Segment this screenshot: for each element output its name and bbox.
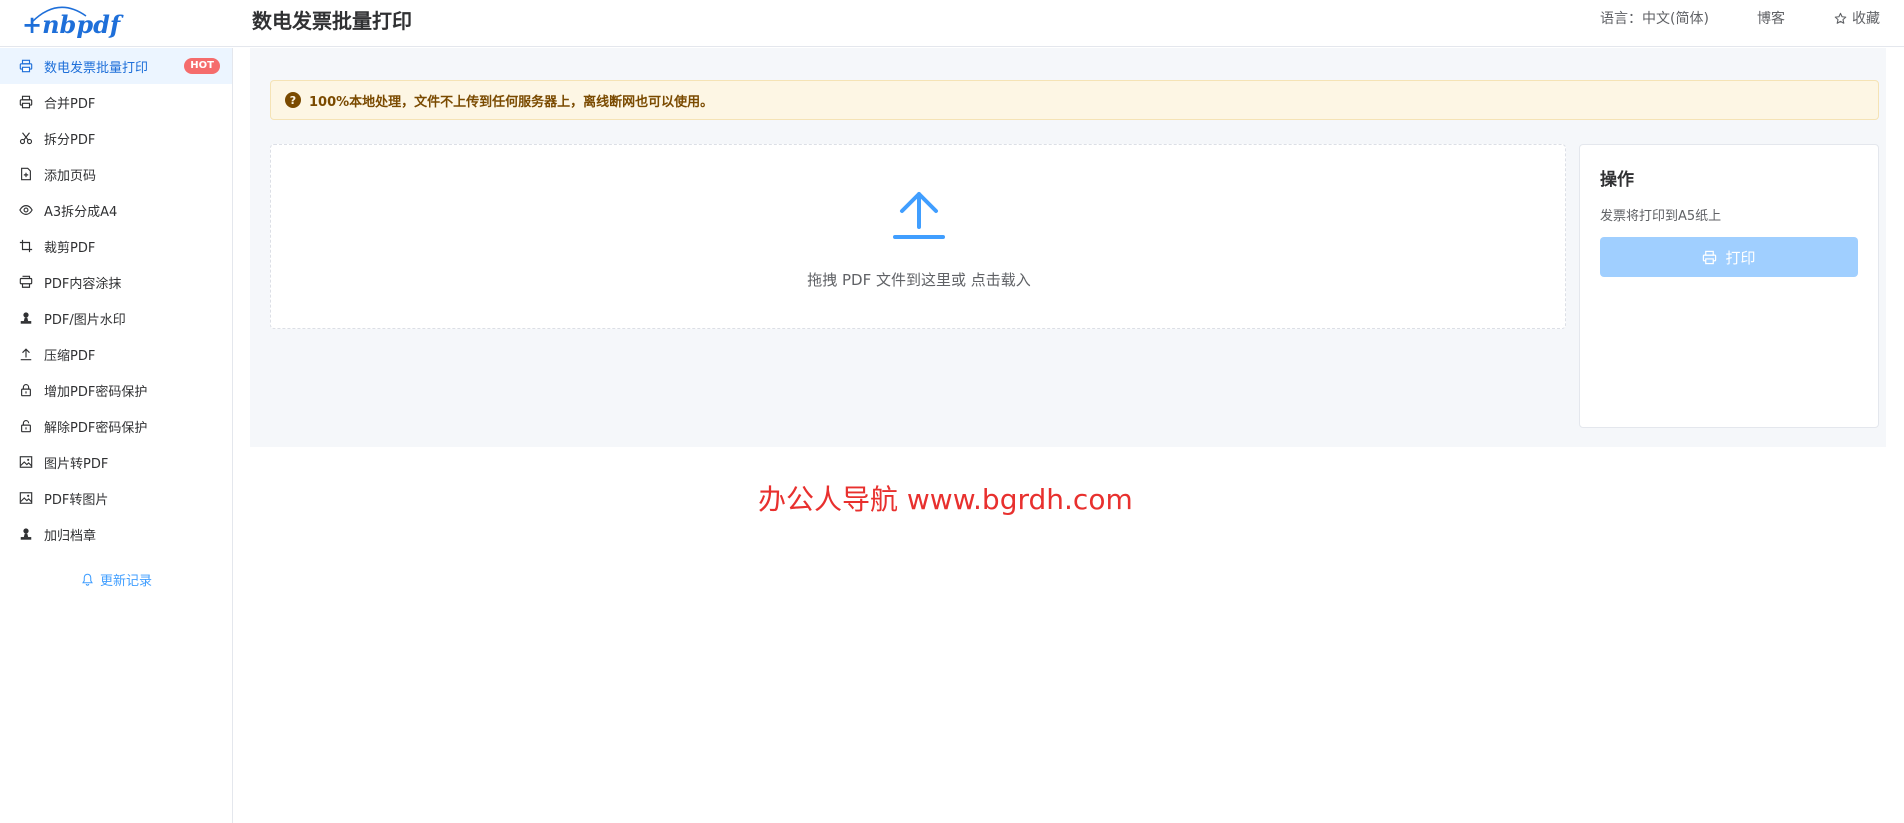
image-icon xyxy=(18,490,34,506)
sidebar-item-pdf-redact[interactable]: PDF内容涂抹 xyxy=(0,264,232,300)
bell-icon xyxy=(82,573,93,586)
operations-panel: 操作 发票将打印到A5纸上 打印 xyxy=(1579,144,1879,428)
sidebar-item-image-to-pdf[interactable]: 图片转PDF xyxy=(0,444,232,480)
image-icon xyxy=(18,454,34,470)
favorite-label: 收藏 xyxy=(1852,11,1880,27)
sidebar-item-label: A3拆分成A4 xyxy=(44,204,118,220)
upload-icon xyxy=(18,346,34,362)
pdf-dropzone[interactable]: 拖拽 PDF 文件到这里或 点击载入 xyxy=(270,144,1566,329)
eye-icon xyxy=(18,202,34,218)
sidebar-item-label: 裁剪PDF xyxy=(44,240,96,256)
scissors-icon xyxy=(18,130,34,146)
printer-icon xyxy=(18,94,34,110)
dropzone-text: 拖拽 PDF 文件到这里或 点击载入 xyxy=(807,271,1031,289)
sidebar-item-label: 图片转PDF xyxy=(44,456,109,472)
stamp-icon xyxy=(18,526,34,542)
sidebar-item-label: 拆分PDF xyxy=(44,132,96,148)
file-plus-icon xyxy=(18,166,34,182)
sidebar-item-merge-pdf[interactable]: 合并PDF xyxy=(0,84,232,120)
operations-description: 发票将打印到A5纸上 xyxy=(1600,209,1722,224)
favorite-button[interactable]: 收藏 xyxy=(1834,8,1880,28)
sidebar-item-remove-password[interactable]: 解除PDF密码保护 xyxy=(0,408,232,444)
update-log-label: 更新记录 xyxy=(99,574,152,589)
notice-text: 100%本地处理，文件不上传到任何服务器上，离线断网也可以使用。 xyxy=(309,94,714,110)
operations-title: 操作 xyxy=(1600,170,1634,190)
sidebar-item-label: 增加PDF密码保护 xyxy=(44,384,148,400)
star-icon xyxy=(1834,12,1847,24)
sidebar-item-crop-pdf[interactable]: 裁剪PDF xyxy=(0,228,232,264)
sidebar: 数电发票批量打印 HOT 合并PDF 拆分PDF 添加页码 A3拆分成A4 裁剪… xyxy=(0,48,233,823)
lock-icon xyxy=(18,382,34,398)
sidebar-item-invoice-batch-print[interactable]: 数电发票批量打印 HOT xyxy=(0,48,232,84)
sidebar-item-label: 压缩PDF xyxy=(44,348,96,364)
site-watermark: 办公人导航 www.bgrdh.com xyxy=(758,483,1133,516)
sidebar-item-add-page-number[interactable]: 添加页码 xyxy=(0,156,232,192)
sidebar-item-label: PDF内容涂抹 xyxy=(44,276,122,292)
sidebar-item-label: 解除PDF密码保护 xyxy=(44,420,148,436)
sidebar-item-label: 添加页码 xyxy=(44,168,97,184)
printer-icon xyxy=(18,58,34,74)
sidebar-item-pdf-to-image[interactable]: PDF转图片 xyxy=(0,480,232,516)
crop-icon xyxy=(18,238,34,254)
nbpdf-logo[interactable]: +nbpdf xyxy=(10,2,120,39)
sidebar-item-label: 数电发票批量打印 xyxy=(44,60,149,76)
sidebar-item-split-pdf[interactable]: 拆分PDF xyxy=(0,120,232,156)
stamp-icon xyxy=(18,310,34,326)
update-log-link[interactable]: 更新记录 xyxy=(0,570,233,589)
sidebar-item-a3-to-a4[interactable]: A3拆分成A4 xyxy=(0,192,232,228)
eraser-icon xyxy=(18,274,34,290)
top-header: +nbpdf 数电发票批量打印 语言：中文(简体) 博客 收藏 xyxy=(0,0,1904,47)
sidebar-item-label: PDF转图片 xyxy=(44,492,109,508)
upload-arrow-icon xyxy=(893,192,945,239)
main-content: ? 100%本地处理，文件不上传到任何服务器上，离线断网也可以使用。 拖拽 PD… xyxy=(250,48,1886,447)
sidebar-item-label: PDF/图片水印 xyxy=(44,312,126,328)
sidebar-item-label: 合并PDF xyxy=(44,96,96,112)
print-button[interactable]: 打印 xyxy=(1600,237,1858,277)
local-processing-notice: ? 100%本地处理，文件不上传到任何服务器上，离线断网也可以使用。 xyxy=(270,80,1879,120)
sidebar-item-label: 加归档章 xyxy=(44,528,97,544)
blog-link[interactable]: 博客 xyxy=(1757,8,1785,28)
sidebar-item-add-password[interactable]: 增加PDF密码保护 xyxy=(0,372,232,408)
language-selector[interactable]: 语言：中文(简体) xyxy=(1600,8,1709,28)
sidebar-item-compress-pdf[interactable]: 压缩PDF xyxy=(0,336,232,372)
hot-badge: HOT xyxy=(184,58,220,74)
printer-icon xyxy=(1703,250,1717,264)
sidebar-item-watermark[interactable]: PDF/图片水印 xyxy=(0,300,232,336)
unlock-icon xyxy=(18,418,34,434)
page-title: 数电发票批量打印 xyxy=(252,9,412,33)
logo-text: +nbpdf xyxy=(22,10,121,39)
sidebar-item-archive-stamp[interactable]: 加归档章 xyxy=(0,516,232,552)
print-button-label: 打印 xyxy=(1725,249,1756,267)
question-icon: ? xyxy=(285,92,301,108)
